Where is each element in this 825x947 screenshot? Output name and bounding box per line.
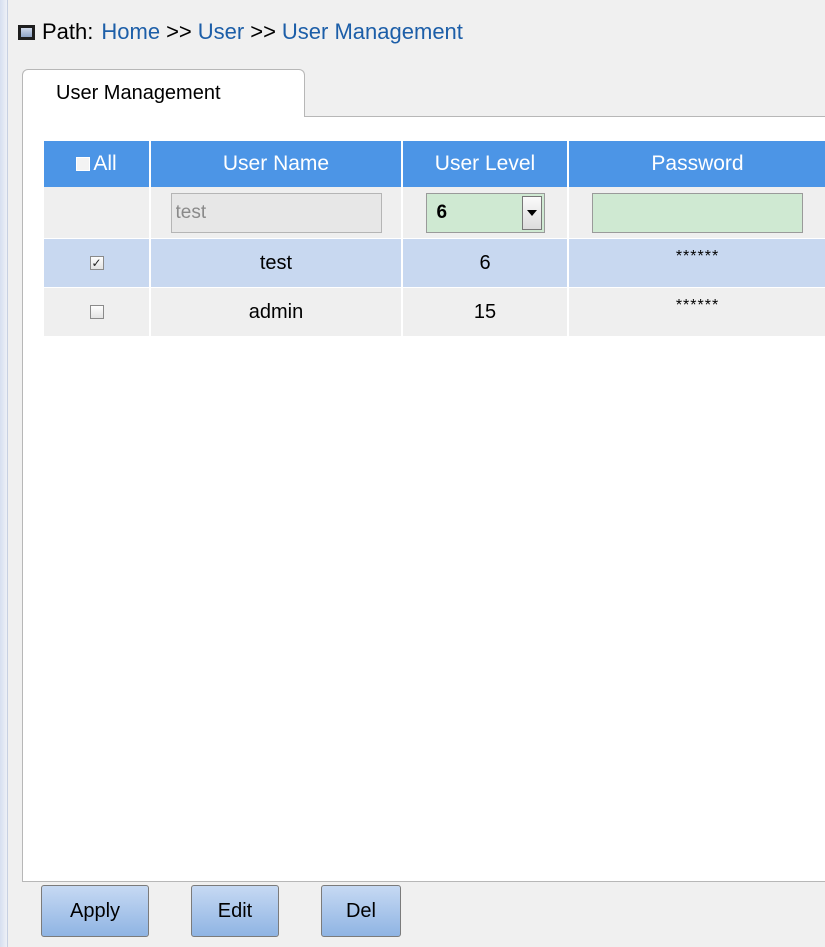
header-user-name: User Name [151,141,403,187]
header-user-level: User Level [403,141,569,187]
table-header-row: All User Name User Level Password [44,141,825,187]
breadcrumb-home[interactable]: Home [101,19,160,45]
page-edge [0,0,8,947]
chevron-down-icon [526,209,537,216]
user-level-selected-value: 6 [436,201,448,223]
header-all: All [44,141,151,187]
breadcrumb: Path: Home >> User >> User Management [18,14,463,50]
cell-password: ****** [675,248,720,265]
edit-button[interactable]: Edit [191,885,279,937]
breadcrumb-user[interactable]: User [198,19,244,45]
header-all-label: All [93,152,117,175]
breadcrumb-separator: >> [250,19,276,44]
table-row[interactable]: ✓ test 6 ****** [44,239,825,288]
window-icon [18,24,35,40]
user-name-input[interactable] [170,192,382,233]
cell-user-name: test [151,239,403,287]
del-button[interactable]: Del [321,885,401,937]
cell-user-level: 6 [403,239,569,287]
breadcrumb-separator: >> [166,19,192,44]
table-row[interactable]: admin 15 ****** [44,288,825,337]
breadcrumb-user-management[interactable]: User Management [282,19,463,45]
cell-password: ****** [675,297,720,314]
password-input[interactable] [592,192,803,233]
user-level-select[interactable]: 6 [425,192,545,233]
apply-button[interactable]: Apply [41,885,149,937]
dropdown-button[interactable] [521,195,542,230]
header-password: Password [651,152,744,175]
cell-user-level: 15 [403,288,569,336]
edit-row: 6 [44,187,825,239]
user-table: All User Name User Level Password 6 [44,141,825,337]
row-checkbox[interactable] [89,305,104,319]
row-checkbox[interactable]: ✓ [89,256,104,270]
user-management-panel: All User Name User Level Password 6 [22,116,825,882]
select-all-checkbox[interactable] [76,157,91,171]
tab-user-management[interactable]: User Management [22,69,305,117]
path-label: Path: [42,19,94,44]
cell-user-name: admin [151,288,403,336]
